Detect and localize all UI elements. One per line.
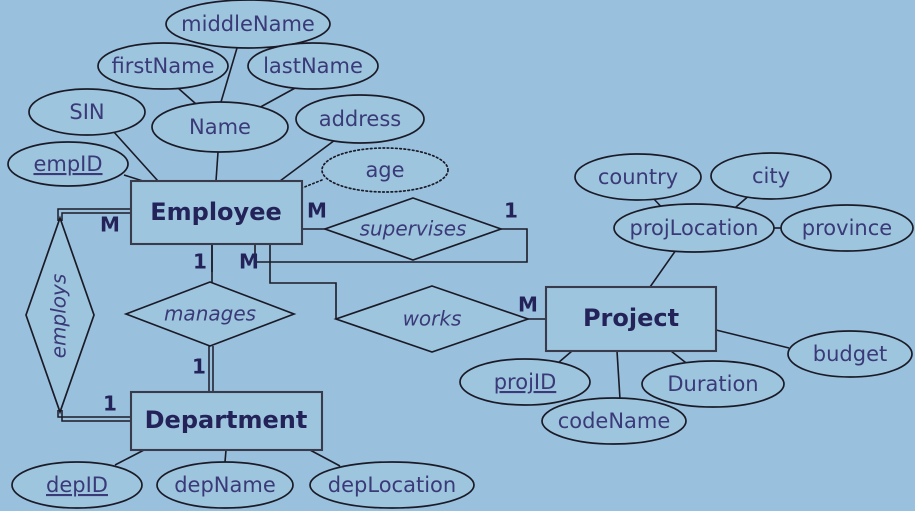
er-diagram-canvas: employs manages supervises works empID S… xyxy=(0,0,915,511)
relationship-works-label: works xyxy=(403,307,462,331)
attribute-budget-label: budget xyxy=(813,342,887,366)
attribute-codename-label: codeName xyxy=(558,409,671,433)
attribute-projid-label: projID xyxy=(494,370,557,394)
attribute-city-label: city xyxy=(752,164,790,188)
attribute-lastname-label: lastName xyxy=(263,54,363,78)
attribute-middlename-label: middleName xyxy=(181,12,315,36)
cardinality-supervises-employee-m: M xyxy=(307,199,327,223)
entity-department-label: Department xyxy=(145,406,308,434)
cardinality-works-employee: M xyxy=(239,250,259,274)
attribute-deplocation-label: depLocation xyxy=(328,473,456,497)
attribute-empid-label: empID xyxy=(33,152,102,176)
attribute-duration-label: Duration xyxy=(667,372,758,396)
attribute-age-label: age xyxy=(365,158,404,182)
relationship-employs-label: employs xyxy=(47,274,71,359)
line-depname-department xyxy=(224,449,227,463)
entity-employee-label: Employee xyxy=(150,198,282,226)
attribute-province-label: province xyxy=(802,216,892,240)
attribute-name-label: Name xyxy=(189,115,251,139)
cardinality-employs-employee: M xyxy=(100,213,120,237)
cardinality-works-project: M xyxy=(518,293,538,317)
cardinality-employs-department: 1 xyxy=(103,392,117,416)
attribute-firstname-label: firstName xyxy=(112,54,215,78)
attribute-country-label: country xyxy=(598,165,678,189)
attribute-projlocation-label: projLocation xyxy=(629,216,758,240)
attribute-depname-label: depName xyxy=(174,473,276,497)
relationship-manages-label: manages xyxy=(164,302,256,326)
cardinality-manages-department: 1 xyxy=(192,355,206,379)
er-diagram-svg: employs manages supervises works empID S… xyxy=(0,0,915,511)
cardinality-manages-employee: 1 xyxy=(193,250,207,274)
cardinality-supervises-employee-1: 1 xyxy=(504,199,518,223)
attribute-address-label: address xyxy=(319,107,402,131)
attribute-depid-label: depID xyxy=(46,473,108,497)
relationship-supervises-label: supervises xyxy=(360,217,467,241)
entity-project-label: Project xyxy=(583,304,679,332)
attribute-sin-label: SIN xyxy=(69,100,104,124)
